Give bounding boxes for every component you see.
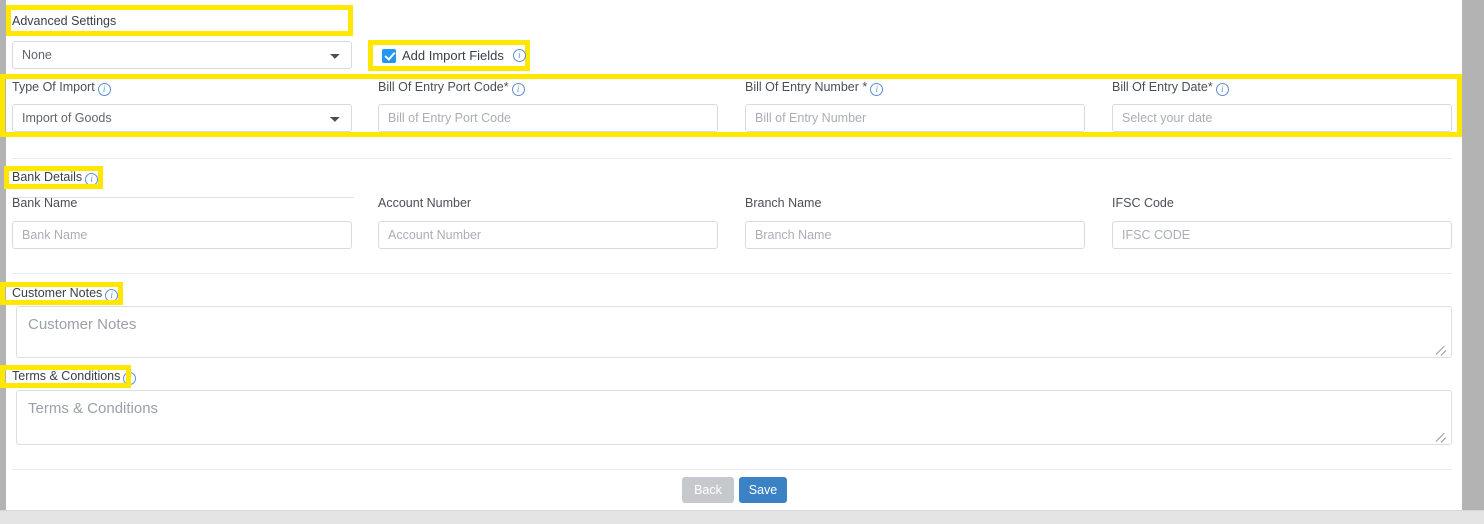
type-of-import-select[interactable]: Import of Goods [12,104,352,132]
bank-details-heading: Bank Details i [12,170,99,186]
form-sheet: Advanced Settings None Add Import Fields… [6,0,1462,510]
ifsc-code-input[interactable] [1112,221,1452,249]
ifsc-code-label: IFSC Code [1112,196,1174,210]
import-field-type-of-import: Type Of Import i [12,80,111,96]
customer-notes-heading: Customer Notes i [12,286,119,302]
bottom-strip [0,510,1484,524]
import-field-label: Type Of Import i [12,80,111,96]
import-field-entry-date: Bill Of Entry Date* i [1112,80,1229,96]
info-icon[interactable]: i [85,173,99,186]
info-icon[interactable]: i [105,289,119,302]
required-mark: * [862,80,868,94]
divider-after-bank [12,273,1452,274]
add-import-fields-checkbox[interactable] [382,48,396,63]
bill-of-entry-date-input[interactable] [1112,104,1452,132]
account-number-input[interactable] [378,221,718,249]
advanced-settings-heading-text: Advanced Settings [12,14,117,28]
screenshot-root: Advanced Settings None Add Import Fields… [0,0,1484,524]
info-icon[interactable]: i [97,83,111,96]
add-import-fields-checkbox-row[interactable]: Add Import Fields i [382,48,526,63]
import-field-label: Bill Of Entry Date* i [1112,80,1229,96]
label-text: Type Of Import [12,80,95,94]
bank-name-label: Bank Name [12,196,78,210]
divider-before-footer [12,469,1452,470]
required-mark: * [503,80,509,94]
terms-conditions-heading-text: Terms & Conditions [12,369,121,383]
bill-of-entry-number-input[interactable] [745,104,1085,132]
terms-conditions-heading: Terms & Conditions i [12,369,137,385]
account-number-label: Account Number [378,196,472,210]
info-icon[interactable]: i [870,83,884,96]
bill-of-entry-port-code-input[interactable] [378,104,718,132]
info-icon[interactable]: i [1215,83,1229,96]
branch-name-label: Branch Name [745,196,822,210]
required-mark: * [1207,80,1213,94]
import-field-label: Bill Of Entry Port Code* i [378,80,525,96]
customer-notes-heading-text: Customer Notes [12,286,103,300]
label-text: Bill Of Entry Number [745,80,863,94]
import-field-port-code: Bill Of Entry Port Code* i [378,80,525,96]
label-text: Bill Of Entry Date [1112,80,1208,94]
info-icon[interactable]: i [512,49,526,62]
add-import-fields-label[interactable]: Add Import Fields [402,48,504,63]
save-button[interactable]: Save [739,477,787,503]
info-icon[interactable]: i [123,372,137,385]
info-icon[interactable]: i [511,83,525,96]
advanced-settings-heading: Advanced Settings [12,14,116,28]
terms-conditions-textarea[interactable] [16,390,1452,445]
divider-after-import [12,158,1452,159]
import-field-entry-number: Bill Of Entry Number * i [745,80,884,96]
bank-details-heading-text: Bank Details [12,170,83,184]
back-button[interactable]: Back [682,477,734,503]
customer-notes-textarea[interactable] [16,306,1452,358]
advanced-settings-select[interactable]: None [12,41,352,69]
branch-name-input[interactable] [745,221,1085,249]
import-field-label: Bill Of Entry Number * i [745,80,884,96]
label-text: Bill Of Entry Port Code [378,80,504,94]
right-gutter [1462,0,1484,510]
bank-name-input[interactable] [12,221,352,249]
